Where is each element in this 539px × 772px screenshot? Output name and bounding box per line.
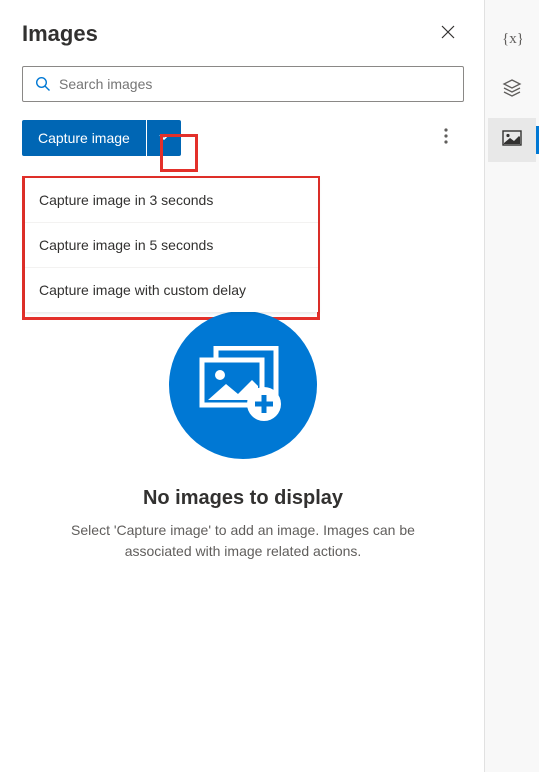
close-icon [441, 25, 455, 44]
variables-icon: {x} [502, 29, 522, 52]
image-icon [502, 130, 522, 151]
dropdown-item-3s[interactable]: Capture image in 3 seconds [25, 178, 318, 223]
rail-variables[interactable]: {x} [488, 18, 536, 62]
search-icon [33, 74, 53, 94]
svg-text:{x}: {x} [502, 31, 522, 47]
rail-ui-elements[interactable] [488, 68, 536, 112]
side-rail: {x} [485, 0, 539, 772]
panel-title: Images [22, 21, 98, 47]
search-input[interactable] [59, 76, 455, 92]
rail-images[interactable] [488, 118, 536, 162]
capture-dropdown-button[interactable] [147, 120, 181, 156]
search-box[interactable] [22, 66, 464, 102]
more-button[interactable] [428, 120, 464, 156]
layers-icon [502, 79, 522, 102]
dropdown-item-5s[interactable]: Capture image in 5 seconds [25, 223, 318, 268]
panel-header: Images [22, 18, 464, 50]
capture-dropdown-menu: Capture image in 3 seconds Capture image… [25, 178, 318, 312]
empty-title: No images to display [143, 487, 343, 510]
capture-split-button: Capture image [22, 120, 181, 156]
images-panel: Images Capture image [0, 0, 485, 772]
dropdown-item-custom[interactable]: Capture image with custom delay [25, 268, 318, 312]
images-icon [198, 346, 288, 424]
close-button[interactable] [432, 18, 464, 50]
more-vertical-icon [444, 128, 448, 149]
capture-image-button[interactable]: Capture image [22, 120, 146, 156]
empty-illustration [169, 311, 317, 459]
chevron-down-icon [158, 131, 170, 146]
toolbar: Capture image [22, 120, 464, 156]
empty-subtitle: Select 'Capture image' to add an image. … [52, 520, 434, 561]
